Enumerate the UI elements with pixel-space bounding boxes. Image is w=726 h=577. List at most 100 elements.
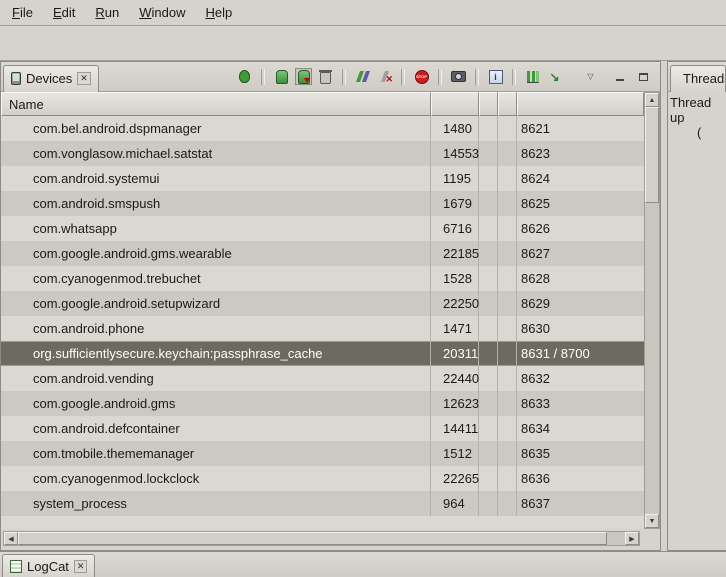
process-pid: 22440 (431, 366, 479, 391)
logcat-icon (10, 560, 22, 573)
column-header-pid[interactable] (431, 92, 479, 116)
cell-4 (498, 291, 517, 316)
dump-hprof-icon[interactable] (295, 68, 312, 85)
scroll-right-button[interactable]: ▶ (625, 532, 639, 545)
table-row[interactable]: com.cyanogenmod.lockclock222658636 (1, 466, 644, 491)
menu-run[interactable]: Run (85, 0, 129, 25)
h-scrollbar[interactable]: ◀ ▶ (3, 531, 640, 546)
process-pid: 964 (431, 491, 479, 516)
process-name: system_process (1, 491, 431, 516)
process-port: 8629 (517, 291, 644, 316)
scroll-up-button[interactable]: ▲ (645, 93, 659, 107)
cell-4 (498, 416, 517, 441)
devices-tab[interactable]: Devices ✕ (3, 65, 99, 92)
table-row[interactable]: com.google.android.setupwizard22250 8629 (1, 291, 644, 316)
process-table: Name com.bel.android.dspmanager14808621c… (1, 92, 660, 529)
update-heap-icon[interactable] (273, 68, 290, 85)
process-name: com.android.smspush (1, 191, 431, 216)
stop-thread-updates-icon[interactable] (376, 68, 393, 85)
process-port: 8635 (517, 441, 644, 466)
table-row[interactable]: org.sufficientlysecure.keychain:passphra… (1, 341, 644, 366)
cell-4 (498, 366, 517, 391)
process-pid: 20311 (431, 341, 479, 366)
cell-4 (498, 141, 517, 166)
v-scroll-track[interactable] (645, 107, 659, 514)
network-stats-icon[interactable] (524, 68, 541, 85)
close-icon[interactable]: ✕ (77, 72, 91, 85)
maximize-icon[interactable] (635, 68, 652, 85)
h-scroll-thumb[interactable] (18, 532, 607, 545)
table-row[interactable]: com.android.vending224408632 (1, 366, 644, 391)
workspace: Devices ✕ ▽ Name com.bel.android.dspmana… (0, 61, 726, 551)
method-profiling-icon[interactable] (546, 68, 563, 85)
table-row[interactable]: system_process9648637 (1, 491, 644, 516)
debug-icon[interactable] (236, 68, 253, 85)
close-icon[interactable]: ✕ (74, 560, 88, 573)
process-pid: 1528 (431, 266, 479, 291)
process-port: 8626 (517, 216, 644, 241)
cell-4 (498, 241, 517, 266)
process-port: 8634 (517, 416, 644, 441)
process-port: 8628 (517, 266, 644, 291)
cause-gc-icon[interactable] (317, 68, 334, 85)
cell-3 (479, 441, 498, 466)
cell-3 (479, 241, 498, 266)
table-row[interactable]: com.tmobile.thememanager15128635 (1, 441, 644, 466)
process-port: 8631 / 8700 (517, 341, 644, 366)
process-port: 8633 (517, 391, 644, 416)
column-header-name[interactable]: Name (1, 92, 431, 116)
process-port: 8623 (517, 141, 644, 166)
devices-toolbar: ▽ (236, 68, 660, 85)
h-scroll-track[interactable] (18, 532, 625, 545)
process-rows: com.bel.android.dspmanager14808621com.vo… (1, 116, 644, 529)
cell-3 (479, 316, 498, 341)
cell-4 (498, 116, 517, 141)
table-row[interactable]: com.vonglasow.michael.satstat145538623 (1, 141, 644, 166)
process-pid: 14411 (431, 416, 479, 441)
column-header-4[interactable] (498, 92, 517, 116)
cell-3 (479, 366, 498, 391)
cell-3 (479, 141, 498, 166)
cell-3 (479, 291, 498, 316)
table-row[interactable]: com.android.smspush16798625 (1, 191, 644, 216)
stop-process-icon[interactable] (413, 68, 430, 85)
logcat-tab-label: LogCat (27, 559, 69, 574)
threads-tab[interactable]: Threads (670, 65, 726, 92)
process-pid: 22250 (431, 291, 479, 316)
device-icon (11, 72, 21, 85)
toolbar-separator (475, 69, 479, 85)
minimize-icon[interactable] (611, 68, 628, 85)
process-name: com.google.android.gms (1, 391, 431, 416)
logcat-tab[interactable]: LogCat ✕ (2, 554, 95, 577)
table-row[interactable]: com.cyanogenmod.trebuchet15288628 (1, 266, 644, 291)
screen-capture-icon[interactable] (450, 68, 467, 85)
devices-tabbar: Devices ✕ ▽ (1, 62, 660, 92)
system-info-icon[interactable] (487, 68, 504, 85)
v-scrollbar[interactable]: ▲ ▼ (644, 92, 660, 529)
process-pid: 12623 (431, 391, 479, 416)
menu-edit[interactable]: Edit (43, 0, 85, 25)
column-header-3[interactable] (479, 92, 498, 116)
view-menu-icon[interactable]: ▽ (582, 68, 599, 85)
v-scroll-thumb[interactable] (645, 107, 659, 203)
table-row[interactable]: com.android.systemui11958624 (1, 166, 644, 191)
scroll-down-button[interactable]: ▼ (645, 514, 659, 528)
table-row[interactable]: com.google.android.gms12623 8633 (1, 391, 644, 416)
scroll-left-button[interactable]: ◀ (4, 532, 18, 545)
update-threads-icon[interactable] (354, 68, 371, 85)
table-row[interactable]: com.android.defcontainer144118634 (1, 416, 644, 441)
process-name: org.sufficientlysecure.keychain:passphra… (1, 341, 431, 366)
table-row[interactable]: com.android.phone14718630 (1, 316, 644, 341)
menu-file[interactable]: File (2, 0, 43, 25)
table-row[interactable]: com.google.android.gms.wearable221858627 (1, 241, 644, 266)
process-name: com.google.android.setupwizard (1, 291, 431, 316)
cell-4 (498, 441, 517, 466)
table-row[interactable]: com.whatsapp67168626 (1, 216, 644, 241)
menu-help[interactable]: Help (195, 0, 242, 25)
column-header-port[interactable] (517, 92, 644, 116)
menu-window[interactable]: Window (129, 0, 195, 25)
cell-4 (498, 191, 517, 216)
cell-3 (479, 216, 498, 241)
table-row[interactable]: com.bel.android.dspmanager14808621 (1, 116, 644, 141)
cell-4 (498, 216, 517, 241)
